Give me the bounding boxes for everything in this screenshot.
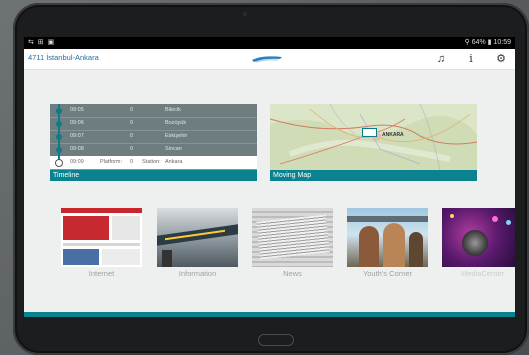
tile-information[interactable]: [157, 208, 238, 267]
row-station: Bozüyük: [165, 120, 187, 126]
row-platform: 0: [130, 120, 134, 126]
settings-icon[interactable]: ⚙: [493, 51, 509, 67]
row-platform: 0: [130, 146, 134, 152]
tile-youths-corner-label: Youth's Corner: [362, 269, 413, 278]
tile-internet[interactable]: [61, 208, 142, 267]
tile-mediacenter[interactable]: [442, 208, 515, 267]
internet-thumb-line: [63, 243, 140, 246]
internet-thumb-banner: [63, 216, 109, 240]
row-time: 09:06: [70, 120, 84, 126]
timeline-row[interactable]: 09:06 0 Bozüyük: [50, 117, 257, 131]
row-platform-label: Platform:: [100, 159, 123, 165]
train-position-icon: [55, 159, 63, 167]
tile-youths-corner[interactable]: [347, 208, 428, 267]
media-thumb-light: [450, 214, 454, 218]
news-thumb-paper: [256, 214, 330, 260]
row-time: 09:07: [70, 133, 84, 139]
youth-thumb-person-3: [409, 232, 423, 267]
row-station: Eskişehir: [165, 133, 188, 139]
row-time: 09:09: [70, 159, 84, 165]
youth-thumb-person-2: [383, 223, 405, 267]
media-thumb-light: [492, 216, 498, 222]
music-icon[interactable]: ♫: [433, 51, 449, 67]
tile-internet-label: Internet: [88, 269, 115, 278]
map-city-label: ANKARA: [382, 132, 404, 138]
internet-thumb-side: [112, 216, 140, 240]
timeline-card[interactable]: 09:05 0 Bilecik 09:06 0 Bozüyük 09:07 0 …: [50, 104, 257, 181]
row-platform: 0: [130, 159, 134, 165]
tile-information-label: Information: [178, 269, 217, 278]
app-bar: 4711 İstanbul-Ankara ♫ i ⚙: [24, 49, 515, 70]
timeline-row[interactable]: 09:05 0 Bilecik: [50, 104, 257, 118]
row-platform: 0: [130, 107, 134, 113]
row-time: 09:08: [70, 146, 84, 152]
status-battery-clock: ⚲ 64% ▮ 10:59: [464, 39, 511, 46]
row-time: 09:05: [70, 107, 84, 113]
media-thumb-microphone: [462, 230, 488, 256]
moving-map-card[interactable]: ANKARA Moving Map: [270, 104, 477, 181]
train-location-marker: [362, 128, 377, 137]
moving-map-caption: Moving Map: [270, 170, 477, 181]
media-thumb-light: [506, 220, 511, 225]
tile-news-label: News: [283, 269, 302, 278]
youth-thumb-person-1: [359, 226, 379, 267]
camera: [243, 12, 247, 16]
timeline-stop-marker: [56, 134, 62, 140]
timeline-row[interactable]: 09:07 0 Eskişehir: [50, 130, 257, 144]
row-station-label: Station:: [142, 159, 161, 165]
timeline-row[interactable]: 09:08 0 Sincan: [50, 143, 257, 157]
home-button[interactable]: [258, 334, 294, 346]
timeline-stop-marker: [56, 147, 62, 153]
internet-thumb-text: [102, 249, 140, 265]
info-thumb-person: [162, 250, 172, 267]
timeline-row-current[interactable]: 09:09 Platform: 0 Station: Ankara: [50, 156, 257, 170]
bottom-accent-bar: [24, 312, 515, 317]
status-bar: ⇆ ⊞ ▣ ⚲ 64% ▮ 10:59: [24, 37, 515, 49]
internet-thumb-photo: [63, 249, 99, 265]
status-icons: ⇆ ⊞ ▣: [28, 39, 56, 46]
row-station: Sincan: [165, 146, 182, 152]
tile-news[interactable]: [252, 208, 333, 267]
tile-mediacenter-label: MediaCenter: [461, 269, 504, 278]
row-station: Ankara: [165, 159, 183, 165]
row-platform: 0: [130, 133, 134, 139]
timeline-stop-marker: [56, 121, 62, 127]
info-icon[interactable]: i: [463, 51, 479, 67]
route-title: 4711 İstanbul-Ankara: [28, 53, 99, 62]
internet-thumb-header: [61, 208, 142, 213]
row-station: Bilecik: [165, 107, 181, 113]
timeline-caption: Timeline: [50, 170, 257, 181]
train-logo-icon: [252, 56, 282, 63]
screen: ⇆ ⊞ ▣ ⚲ 64% ▮ 10:59 4711 İstanbul-Ankara…: [24, 37, 515, 317]
timeline-stop-marker: [56, 108, 62, 114]
youth-thumb-bridge: [347, 216, 428, 222]
map-image: [270, 104, 477, 170]
